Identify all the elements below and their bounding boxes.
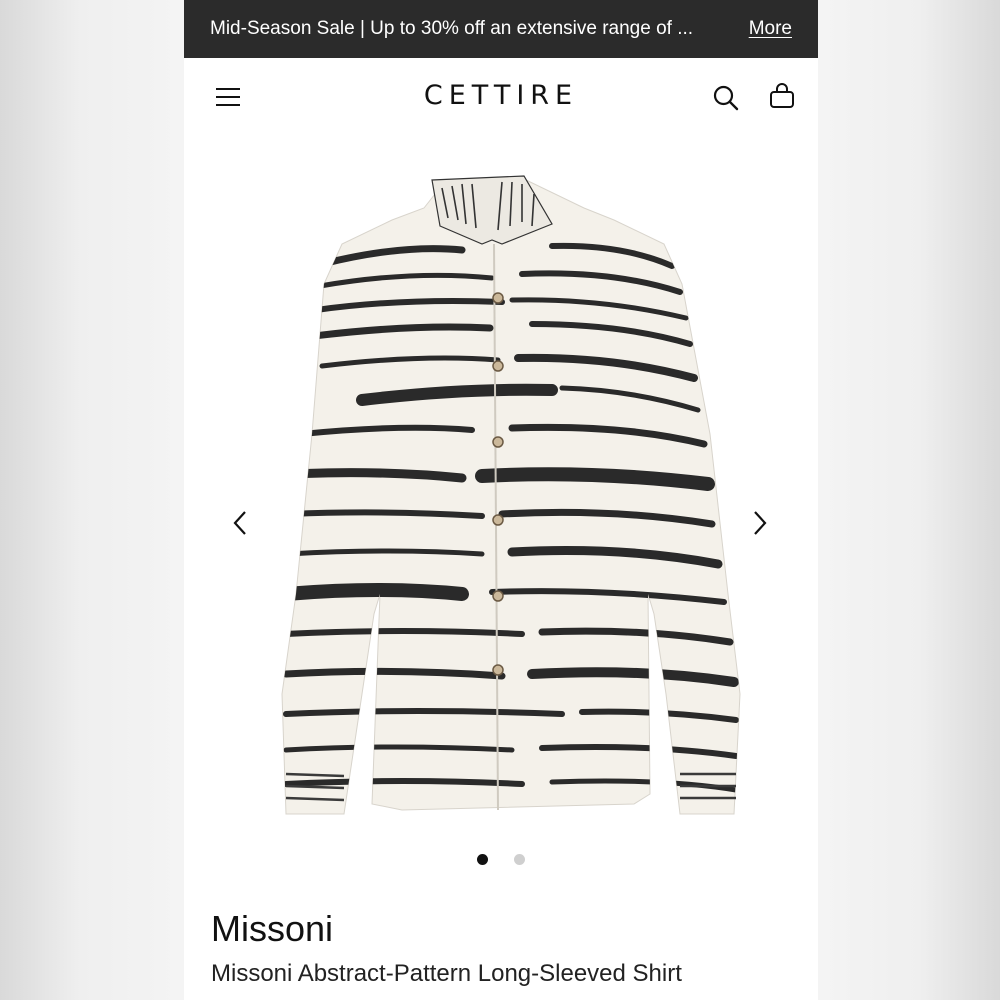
product-image[interactable]: [262, 174, 742, 824]
product-gallery[interactable]: [184, 150, 818, 850]
promo-banner-text: Mid-Season Sale | Up to 30% off an exten…: [210, 18, 694, 39]
pagination-dot-2[interactable]: [514, 854, 525, 865]
pagination-dot-1[interactable]: [477, 854, 488, 865]
search-icon[interactable]: [712, 84, 740, 112]
phone-screen: Mid-Season Sale | Up to 30% off an exten…: [184, 0, 818, 1000]
site-header: CETTIRE: [184, 58, 818, 138]
promo-more-link[interactable]: More: [749, 18, 792, 40]
gallery-pagination: [184, 854, 818, 868]
product-name: Missoni Abstract-Pattern Long-Sleeved Sh…: [211, 960, 682, 987]
promo-banner[interactable]: Mid-Season Sale | Up to 30% off an exten…: [184, 0, 818, 58]
chevron-right-icon[interactable]: [748, 508, 772, 538]
product-brand[interactable]: Missoni: [211, 908, 333, 950]
shopping-bag-icon[interactable]: [768, 82, 796, 112]
chevron-left-icon[interactable]: [228, 508, 252, 538]
